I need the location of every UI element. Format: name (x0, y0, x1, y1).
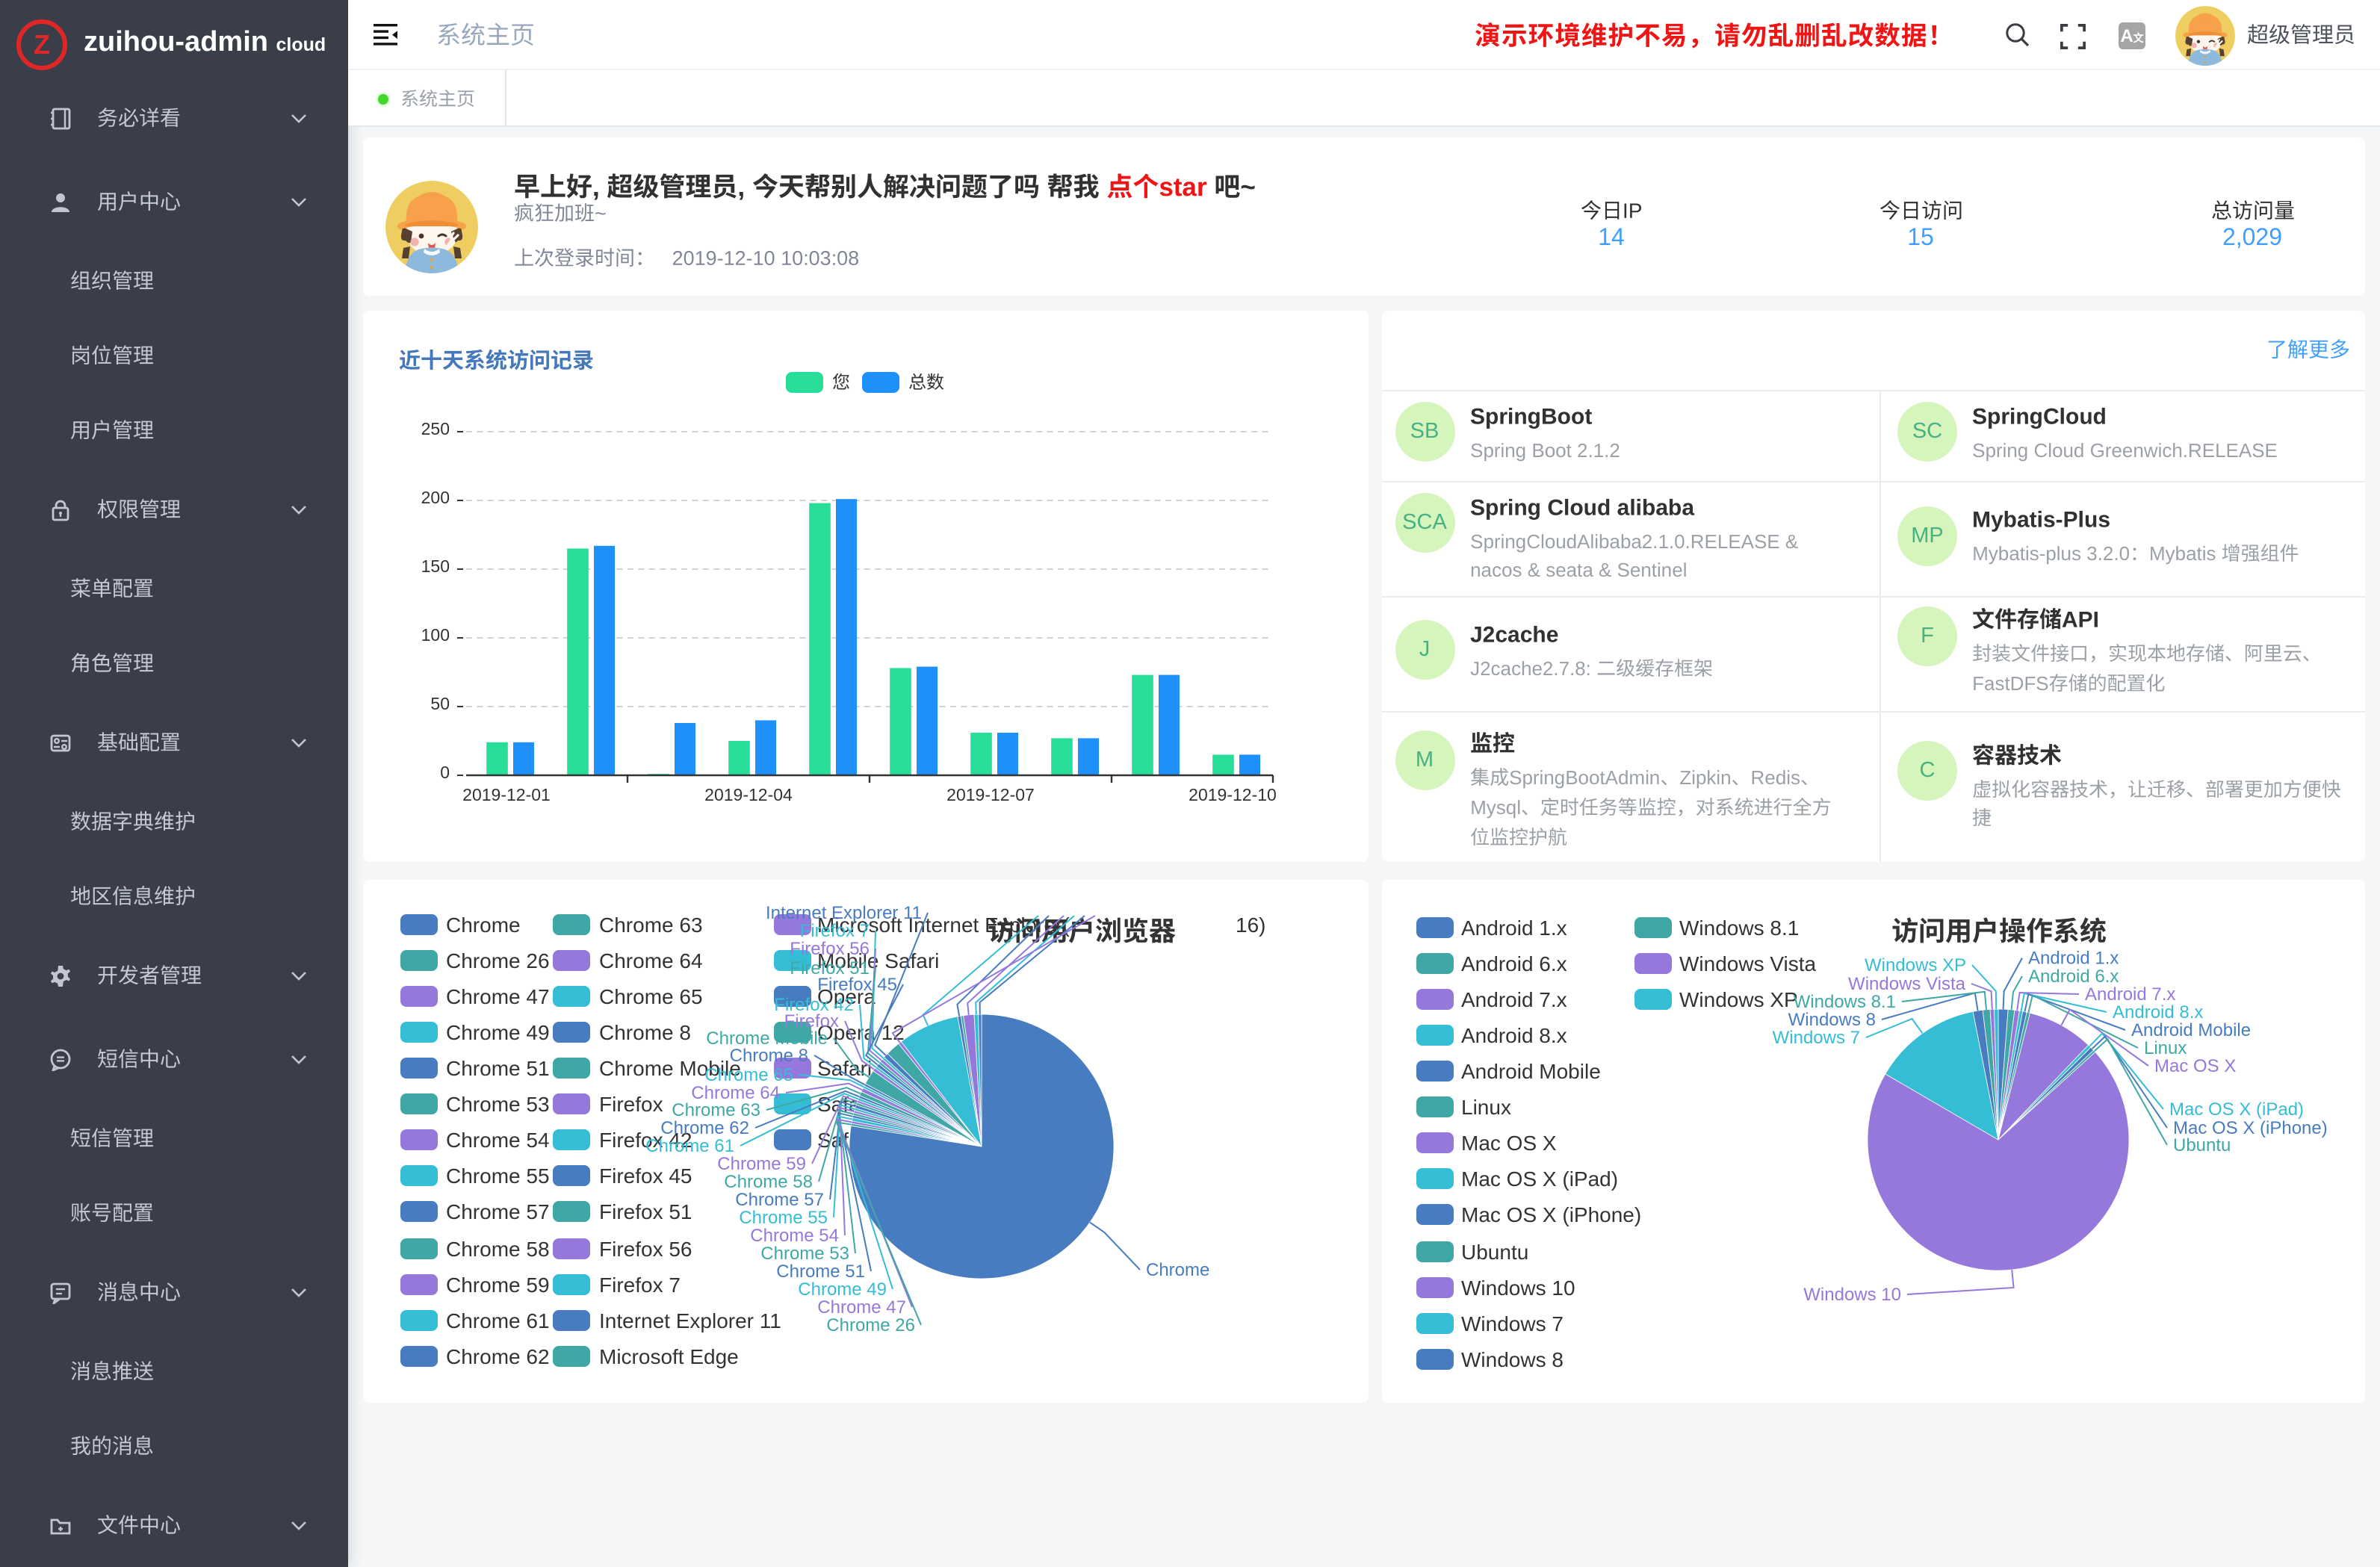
svg-text:Mac OS X: Mac OS X (2154, 1055, 2235, 1076)
svg-text:Mac OS X (iPad): Mac OS X (iPad) (2169, 1099, 2303, 1119)
svg-text:Chrome 51: Chrome 51 (776, 1261, 865, 1281)
svg-text:Windows 8.1: Windows 8.1 (1793, 991, 1895, 1011)
svg-text:Android Mobile: Android Mobile (2130, 1020, 2250, 1040)
svg-text:Chrome 49: Chrome 49 (798, 1279, 887, 1299)
svg-text:Firefox 45: Firefox 45 (817, 974, 897, 994)
svg-text:Chrome 26: Chrome 26 (826, 1315, 915, 1335)
svg-text:Chrome 54: Chrome 54 (750, 1225, 839, 1245)
svg-text:Android 7.x: Android 7.x (2084, 984, 2175, 1004)
svg-text:Chrome 55: Chrome 55 (739, 1207, 828, 1227)
svg-text:Firefox 7: Firefox 7 (800, 920, 870, 940)
svg-text:Chrome 53: Chrome 53 (760, 1243, 849, 1263)
svg-text:Chrome: Chrome (1146, 1259, 1209, 1279)
svg-text:Chrome 58: Chrome 58 (724, 1171, 813, 1191)
svg-text:Windows Vista: Windows Vista (1847, 973, 1965, 993)
svg-text:Windows 7: Windows 7 (1772, 1027, 1859, 1047)
svg-text:Chrome 62: Chrome 62 (660, 1117, 749, 1138)
svg-text:Windows 8: Windows 8 (1788, 1009, 1875, 1029)
svg-text:Chrome 57: Chrome 57 (735, 1189, 824, 1209)
svg-text:Internet Explorer 11: Internet Explorer 11 (766, 902, 922, 922)
svg-text:Chrome 61: Chrome 61 (645, 1135, 734, 1155)
svg-text:Ubuntu: Ubuntu (2172, 1135, 2230, 1155)
svg-text:Chrome 65: Chrome 65 (704, 1064, 793, 1085)
svg-text:Windows XP: Windows XP (1864, 955, 1965, 975)
svg-text:Linux: Linux (2143, 1037, 2186, 1058)
svg-text:Windows 10: Windows 10 (1803, 1284, 1900, 1304)
svg-text:Android 8.x: Android 8.x (2112, 1002, 2202, 1022)
svg-text:Android 6.x: Android 6.x (2027, 966, 2118, 986)
svg-text:Firefox 56: Firefox 56 (790, 938, 870, 958)
svg-text:Android 1.x: Android 1.x (2027, 948, 2118, 968)
svg-text:Chrome 59: Chrome 59 (717, 1153, 806, 1173)
svg-text:Chrome 47: Chrome 47 (817, 1297, 906, 1317)
svg-text:Chrome 63: Chrome 63 (672, 1099, 760, 1120)
svg-text:Chrome 8: Chrome 8 (730, 1045, 808, 1065)
